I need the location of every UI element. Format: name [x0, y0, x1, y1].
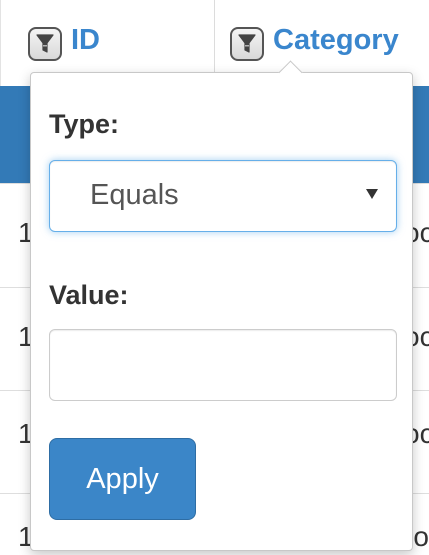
column-header-id-label[interactable]: ID: [71, 24, 100, 57]
value-label: Value:: [49, 280, 129, 310]
filter-value-input[interactable]: [49, 329, 397, 401]
type-label: Type:: [49, 109, 120, 139]
column-header-category-label[interactable]: Category: [273, 24, 399, 57]
category-filter-button[interactable]: [230, 27, 264, 61]
filter-type-selected-value: Equals: [90, 179, 179, 211]
category-filter-popup: Type: Equals Value: Apply: [30, 60, 413, 551]
filter-funnel-icon: [238, 34, 256, 53]
data-grid-page: ID Category 1 oc 1 oc 1 oc 1: [0, 0, 429, 555]
caret-down-icon: [366, 189, 378, 199]
apply-button[interactable]: Apply: [49, 438, 196, 520]
filter-type-select[interactable]: Equals: [49, 160, 397, 232]
id-filter-button[interactable]: [28, 27, 62, 61]
filter-funnel-icon: [36, 34, 54, 53]
